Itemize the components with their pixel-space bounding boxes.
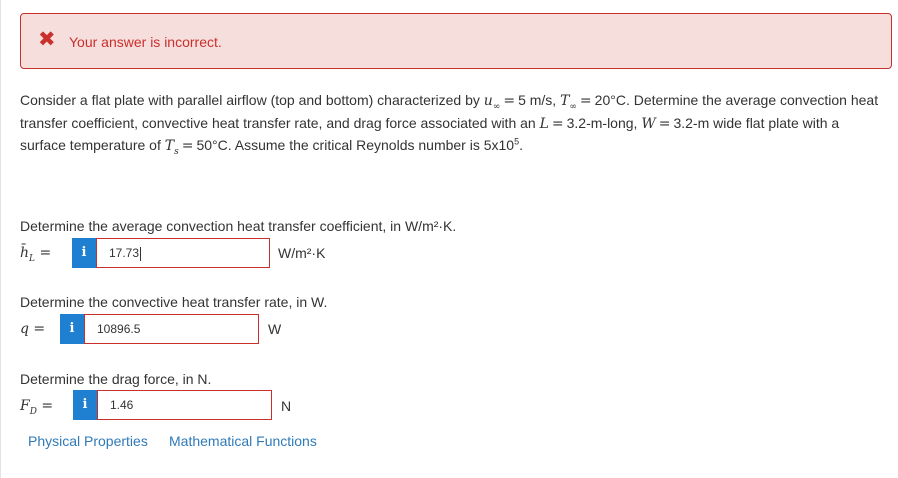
alert-message: Your answer is incorrect. [69,34,222,50]
question-2-prompt: Determine the convective heat transfer r… [20,294,328,310]
answer-input-h[interactable]: 17.73 [96,238,270,268]
question-1-prompt: Determine the average convection heat tr… [20,218,457,234]
q-var: q = [20,321,46,337]
question-3-prompt: Determine the drag force, in N. [20,371,212,387]
problem-statement: Consider a flat plate with parallel airf… [20,92,879,157]
incorrect-alert: ✖ Your answer is incorrect. [20,13,892,69]
unit-h: W/m²·K [278,245,326,261]
w-var: W [641,115,656,132]
u-infinity-var: u∞ [483,93,501,112]
answer-input-q[interactable]: 10896.5 [84,314,259,344]
info-icon[interactable]: i [72,238,96,268]
info-icon[interactable]: i [73,390,97,420]
physical-properties-link[interactable]: Physical Properties [28,432,148,450]
f-d-var: FD = [20,398,54,417]
unit-fd: N [281,398,292,414]
h-bar-l-var: h̄L = [20,245,52,264]
answer-input-fd[interactable]: 1.46 [97,390,272,420]
mathematical-functions-link[interactable]: Mathematical Functions [169,432,317,450]
info-icon[interactable]: i [60,314,84,344]
l-var: L [539,115,549,132]
x-icon: ✖ [38,28,56,51]
text-caret [140,246,142,261]
t-infinity-var: T∞ [560,93,577,112]
t-s-var: Ts [164,138,179,157]
unit-q: W [268,321,282,337]
